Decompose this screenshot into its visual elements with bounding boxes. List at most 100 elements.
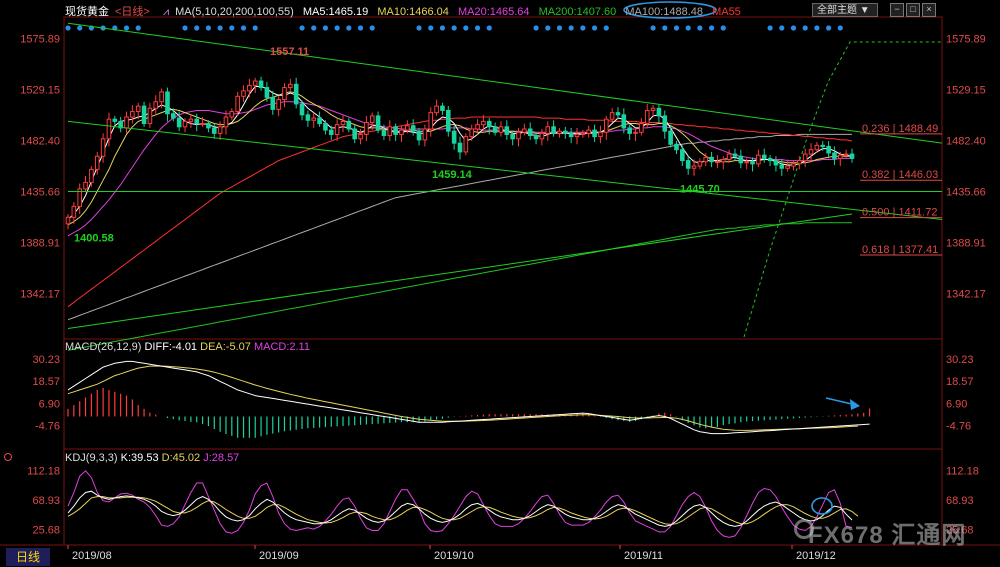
macd-value: MACD:2.11	[253, 341, 310, 353]
candle-body	[633, 131, 638, 134]
candle-body	[346, 120, 352, 130]
candle-body	[832, 152, 837, 159]
signal-dot	[229, 25, 235, 31]
fib-level-label: 0.618 | 1377.41	[862, 244, 938, 256]
price-annotation: 1445.70	[680, 184, 720, 196]
fib-level-label: 0.236 | 1488.49	[862, 123, 938, 135]
candle-body	[65, 216, 71, 225]
candle-body	[112, 118, 118, 122]
ma-indicator-icon[interactable]: ⩘	[163, 6, 169, 18]
signal-dot	[545, 25, 551, 31]
maximize-icon[interactable]: □	[906, 3, 920, 17]
kdj-k-value: K:39.53	[120, 452, 159, 464]
macd-tick-right: 6.90	[946, 398, 967, 410]
theme-selector[interactable]: 全部主题 ▼	[812, 3, 878, 17]
kdj-tick-right: 112.18	[946, 466, 979, 478]
time-tick-label: 2019/08	[72, 550, 112, 562]
candle-body	[124, 116, 129, 129]
tab-daily[interactable]: 日线	[6, 548, 50, 566]
signal-dot	[790, 25, 797, 31]
candle-body	[469, 128, 475, 138]
candle-body	[797, 160, 802, 165]
price-tick-right: 1529.15	[946, 85, 986, 97]
candle-body	[639, 123, 644, 133]
candle-body	[258, 80, 264, 89]
candle-body	[738, 155, 744, 164]
signal-dot	[486, 25, 492, 31]
price-tick-left: 1388.91	[20, 237, 60, 249]
signal-dot	[603, 25, 609, 31]
candle-body	[340, 120, 346, 126]
chart-canvas: 0.236 | 1488.49 0.382 | 1446.03 0.500 | 14…	[0, 0, 1000, 567]
candle-body	[440, 105, 445, 111]
candle-body	[551, 126, 556, 134]
candle-body	[674, 143, 679, 151]
signal-dot	[65, 25, 71, 31]
time-tick-label: 2019/11	[624, 550, 663, 562]
signal-dot	[673, 25, 680, 31]
candle-body	[159, 91, 164, 103]
candle-body	[621, 114, 627, 129]
candle-body	[393, 126, 398, 135]
candle-body	[849, 153, 855, 159]
candle-body	[83, 181, 88, 190]
candle-body	[802, 153, 808, 162]
signal-dot	[322, 25, 329, 31]
ma10-value: MA10:1466.04	[377, 6, 449, 18]
period-label[interactable]: <日线>	[115, 6, 150, 18]
macd-params: MACD(26,12,9)	[65, 341, 142, 353]
candle-body	[539, 132, 545, 140]
kdj-settings-icon[interactable]	[4, 453, 12, 461]
candle-body	[557, 130, 562, 134]
candle-body	[726, 153, 732, 161]
candle-body	[697, 161, 703, 167]
candle-body	[293, 83, 299, 105]
candle-body	[680, 149, 685, 162]
candle-body	[130, 111, 135, 118]
time-tick-label: 2019/12	[796, 550, 836, 562]
signal-dot	[685, 25, 691, 31]
kdj-d-value: D:45.02	[161, 452, 201, 464]
candle-body	[563, 130, 568, 134]
candle-body	[603, 118, 609, 133]
minimize-icon[interactable]: −	[890, 3, 904, 17]
signal-dot	[346, 25, 352, 31]
candle-body	[328, 129, 334, 135]
candle-body	[410, 125, 416, 132]
candle-body	[200, 123, 205, 126]
signal-dot	[825, 25, 832, 31]
price-annotation: 1400.58	[74, 233, 114, 245]
theme-label: 全部主题	[817, 5, 857, 16]
signal-dot	[837, 25, 843, 31]
candle-body	[750, 161, 755, 165]
candle-body	[498, 126, 504, 133]
signal-dot	[591, 25, 598, 31]
signal-dot	[580, 25, 586, 31]
candle-body	[445, 109, 451, 132]
candle-body	[486, 120, 492, 128]
candle-body	[100, 138, 106, 157]
close-icon[interactable]: ×	[922, 3, 936, 17]
candle-body	[182, 120, 188, 128]
candle-body	[656, 107, 662, 117]
macd-tick-left: 18.57	[32, 376, 60, 388]
candle-body	[422, 128, 428, 141]
kdj-tick-left: 68.93	[32, 495, 60, 507]
candle-body	[527, 128, 533, 137]
signal-dot	[451, 25, 457, 31]
candle-body	[732, 153, 738, 157]
candle-body	[592, 129, 597, 138]
candle-body	[381, 129, 387, 137]
price-tick-right: 1435.66	[946, 186, 986, 198]
candle-body	[533, 135, 539, 140]
price-header: 现货黄金 <日线> ⩘ MA(5,10,20,200,100,55) MA5:146…	[65, 3, 747, 19]
signal-dot	[194, 25, 200, 31]
candle-body	[188, 118, 194, 122]
candle-body	[457, 142, 463, 153]
candle-body	[288, 83, 293, 89]
candle-body	[375, 115, 381, 131]
candle-body	[609, 112, 615, 120]
macd-tick-left: -4.76	[35, 421, 60, 433]
candle-body	[358, 133, 363, 140]
candle-body	[580, 132, 586, 135]
